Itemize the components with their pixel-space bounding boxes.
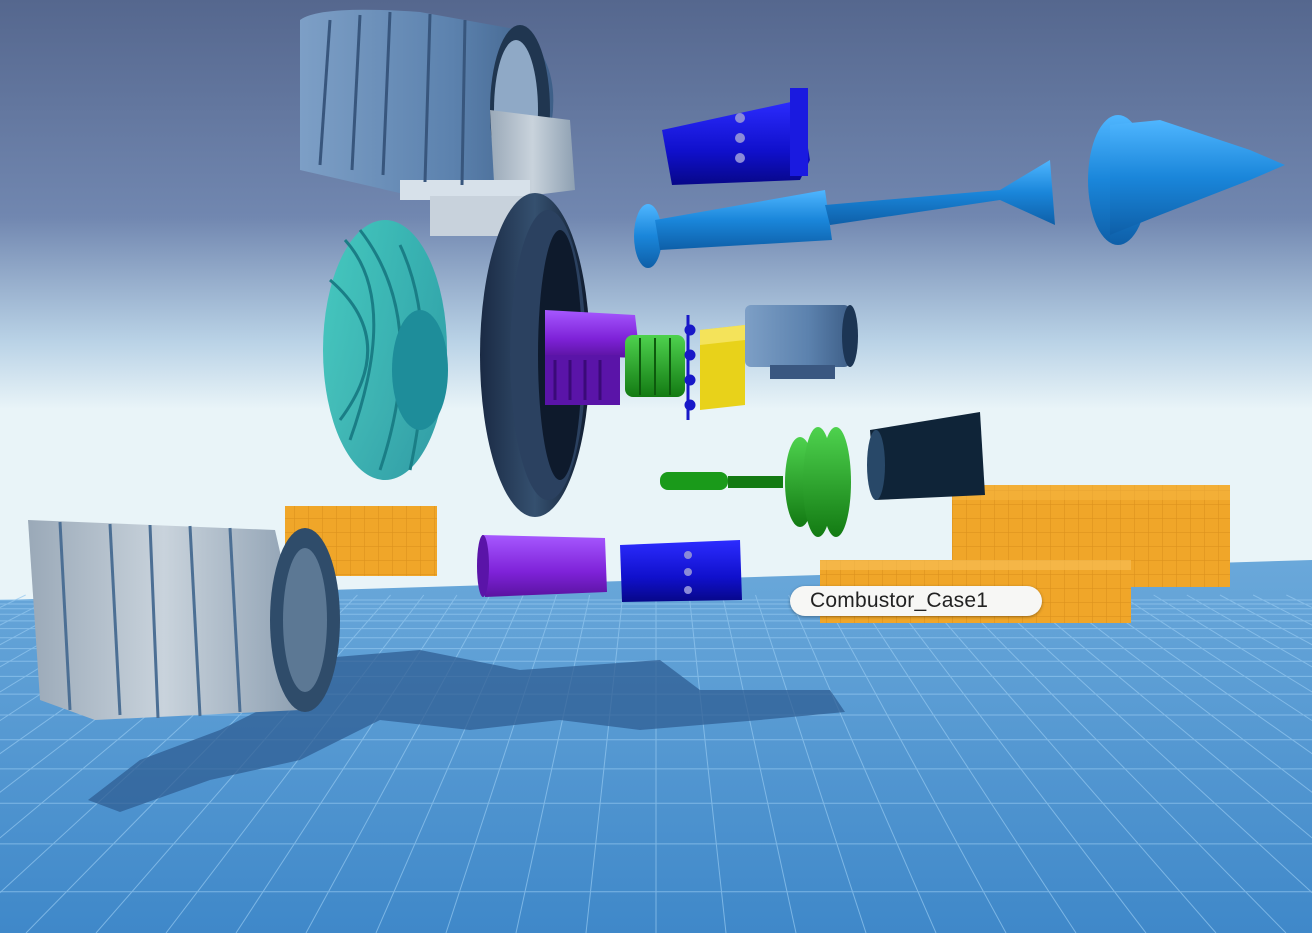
combustor-case-lower[interactable]	[620, 540, 742, 602]
fan-blades[interactable]	[323, 220, 448, 480]
3d-viewport[interactable]: Combustor_Case1	[0, 0, 1312, 933]
fan-case-lower[interactable]	[28, 520, 340, 720]
hover-tooltip: Combustor_Case1	[790, 586, 1042, 616]
combustor-liner[interactable]	[700, 325, 745, 410]
compressor-case-lower[interactable]	[477, 535, 607, 597]
hp-turbine[interactable]	[625, 335, 685, 397]
scene-canvas[interactable]	[0, 0, 1312, 933]
